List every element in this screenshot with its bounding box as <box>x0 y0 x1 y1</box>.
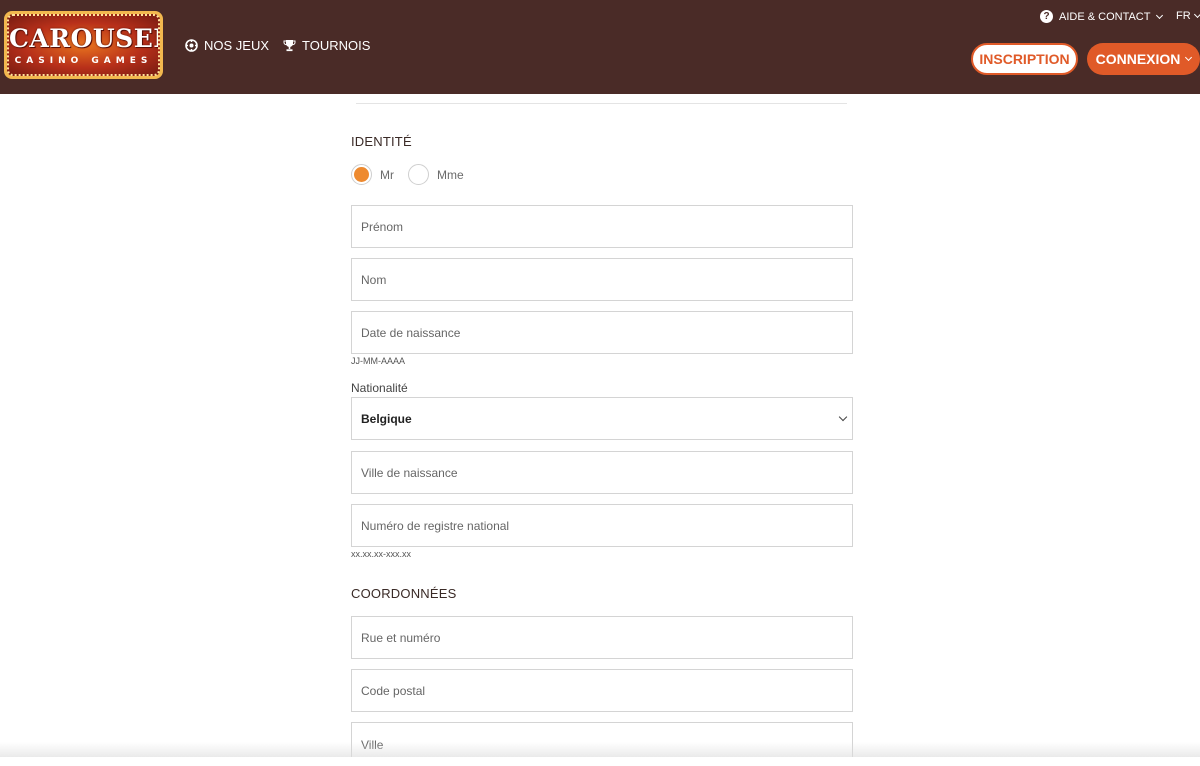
nav-tournois[interactable]: TOURNOIS <box>283 37 370 53</box>
gender-label-mme[interactable]: Mme <box>437 168 464 182</box>
language-selector[interactable]: FR <box>1176 10 1200 22</box>
national-register-input[interactable] <box>352 505 852 546</box>
street-field <box>351 616 853 659</box>
identity-section-title: IDENTITÉ <box>351 134 412 149</box>
logo-subtitle: CASINO GAMES <box>14 56 153 66</box>
login-button[interactable]: CONNEXION <box>1087 43 1200 75</box>
first-name-field <box>351 205 853 248</box>
nationality-label: Nationalité <box>351 381 408 395</box>
chevron-down-icon <box>1193 10 1200 19</box>
birth-date-hint: JJ-MM-AAAA <box>351 356 405 366</box>
help-contact-menu[interactable]: ? AIDE & CONTACT <box>1040 10 1164 23</box>
last-name-field <box>351 258 853 301</box>
form-divider <box>356 103 847 104</box>
birth-city-input[interactable] <box>352 452 852 493</box>
site-header: CAROUSEL CASINO GAMES NOS JEUX TOURNOIS … <box>0 0 1200 94</box>
national-register-hint: xx.xx.xx-xxx.xx <box>351 549 411 559</box>
chevron-down-icon <box>838 412 848 422</box>
register-button[interactable]: INSCRIPTION <box>971 43 1078 75</box>
help-contact-label: AIDE & CONTACT <box>1059 10 1151 23</box>
gender-radio-group: Mr Mme <box>351 164 478 185</box>
nav-nos-jeux[interactable]: NOS JEUX <box>185 37 269 53</box>
carousel-logo[interactable]: CAROUSEL CASINO GAMES <box>4 11 163 79</box>
question-icon: ? <box>1040 10 1053 23</box>
trophy-icon <box>283 39 296 51</box>
login-button-label: CONNEXION <box>1095 51 1181 67</box>
bottom-shadow <box>0 742 1200 757</box>
logo-title: CAROUSEL <box>9 24 160 53</box>
gender-radio-mme[interactable] <box>408 164 429 185</box>
chevron-down-icon <box>1185 53 1193 62</box>
nav-tournois-label: TOURNOIS <box>302 37 371 53</box>
gender-label-mr[interactable]: Mr <box>380 168 394 182</box>
contact-section-title: COORDONNÉES <box>351 586 457 601</box>
birth-date-field <box>351 311 853 354</box>
nav-nos-jeux-label: NOS JEUX <box>204 37 270 53</box>
postal-code-input[interactable] <box>352 670 852 711</box>
last-name-input[interactable] <box>352 259 852 300</box>
logo-badge: CAROUSEL CASINO GAMES <box>7 14 160 76</box>
nationality-select[interactable]: Belgique <box>351 397 853 440</box>
birth-city-field <box>351 451 853 494</box>
chip-icon <box>185 38 198 52</box>
first-name-input[interactable] <box>352 206 852 247</box>
national-register-field <box>351 504 853 547</box>
street-input[interactable] <box>352 617 852 658</box>
birth-date-input[interactable] <box>352 312 852 353</box>
chevron-down-icon <box>1156 11 1164 19</box>
language-label: FR <box>1176 10 1191 22</box>
gender-radio-mr[interactable] <box>351 164 372 185</box>
nationality-value: Belgique <box>361 412 412 426</box>
postal-code-field <box>351 669 853 712</box>
